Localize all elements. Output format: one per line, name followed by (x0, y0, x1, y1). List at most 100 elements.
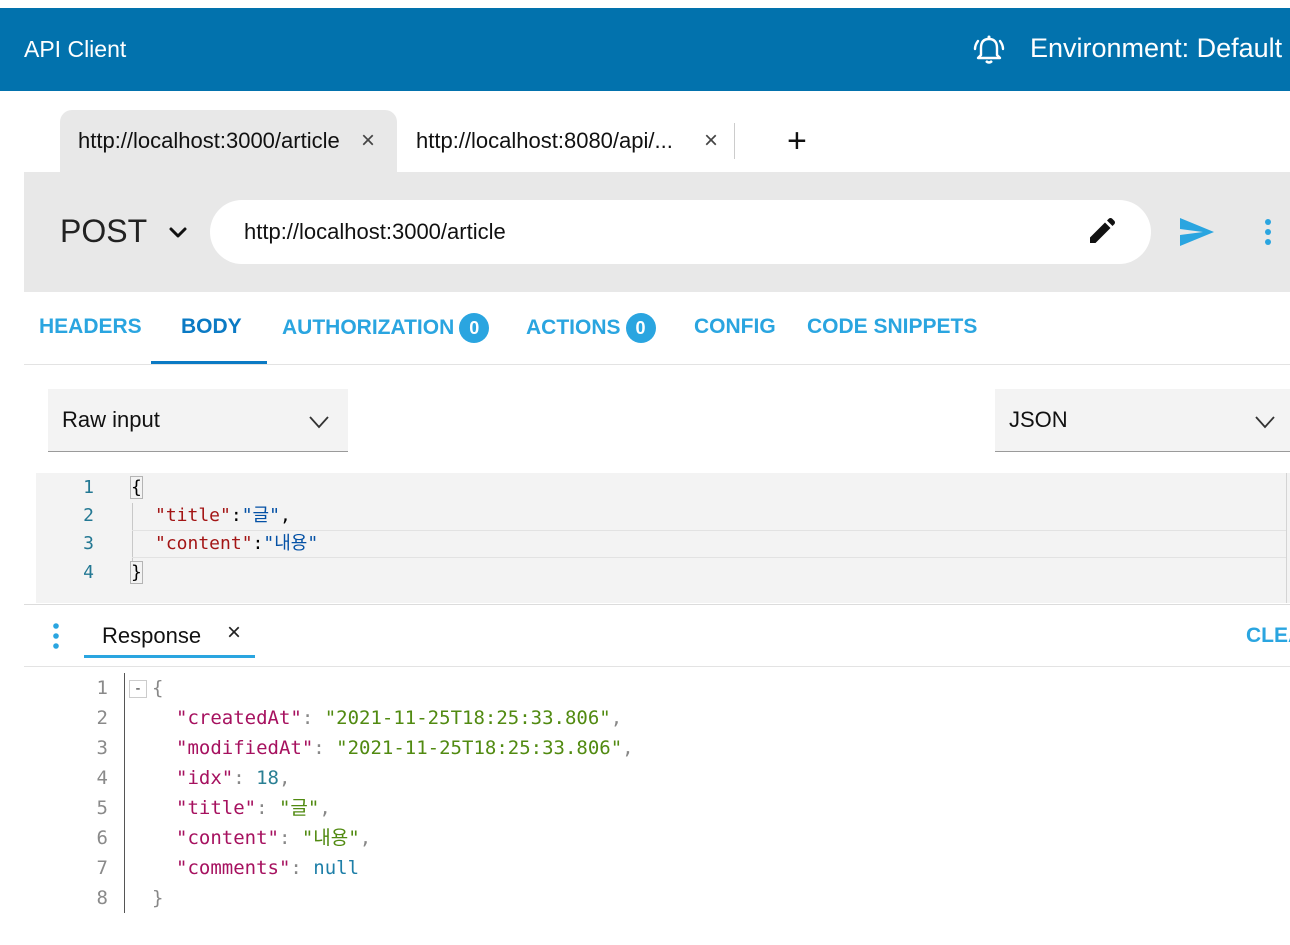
input-type-select[interactable]: Raw input (48, 389, 348, 452)
tab-article[interactable]: http://localhost:3000/article × (60, 110, 397, 172)
app-bar: API Client Environment: Default (0, 8, 1290, 91)
json-colon: : (233, 767, 257, 789)
line-code: "content": "내용", (176, 823, 371, 853)
json-colon: : (290, 857, 314, 879)
active-tab-indicator (151, 361, 267, 364)
count-badge: 0 (459, 313, 490, 343)
line-number: 3 (83, 533, 94, 554)
more-icon[interactable] (49, 622, 63, 650)
response-line: 3 "modifiedAt": "2021-11-25T18:25:33.806… (24, 733, 1290, 763)
line-number: 5 (96, 797, 108, 819)
json-comma: , (622, 737, 634, 759)
json-key: "title" (176, 797, 257, 819)
json-key: "createdAt" (176, 707, 302, 729)
line-number: 2 (83, 505, 94, 526)
json-colon: : (278, 827, 302, 849)
fold-toggle[interactable]: - (129, 679, 147, 698)
pencil-icon[interactable] (1086, 217, 1116, 247)
line-number: 1 (83, 477, 94, 498)
line-code: "comments": null (176, 853, 359, 883)
bell-icon[interactable] (972, 33, 1006, 67)
tab-label: http://localhost:3000/article (78, 128, 340, 153)
chevron-down-icon (1255, 416, 1275, 429)
tab-label: http://localhost:8080/api/... (416, 128, 673, 153)
chevron-down-icon[interactable] (166, 221, 190, 245)
json-string: "2021-11-25T18:25:33.806" (324, 707, 611, 729)
close-icon[interactable]: × (701, 127, 721, 155)
more-icon[interactable] (1260, 218, 1276, 246)
tab-config[interactable]: CONFIG (694, 315, 776, 339)
json-string: "내용" (263, 533, 319, 554)
line-number: 2 (96, 707, 108, 729)
section-tabs: HEADERS BODY AUTHORIZATION 0 ACTIONS 0 C… (24, 292, 1290, 365)
json-string: "글" (241, 505, 280, 526)
tab-actions-label: ACTIONS (526, 316, 621, 339)
json-key: "modifiedAt" (176, 737, 314, 759)
tab-headers[interactable]: HEADERS (39, 315, 142, 339)
line-code: "modifiedAt": "2021-11-25T18:25:33.806", (176, 733, 634, 763)
line-code: } (130, 559, 143, 587)
response-line: 7 "comments": null (24, 853, 1290, 883)
json-comma: , (319, 797, 331, 819)
close-icon[interactable]: × (358, 127, 378, 155)
line-number: 6 (96, 827, 108, 849)
json-bracket: { (152, 677, 164, 699)
url-field[interactable]: http://localhost:3000/article (210, 200, 1151, 264)
editor-line: 3 "content":"내용" (36, 530, 1290, 558)
request-bar: POST http://localhost:3000/article (24, 172, 1290, 292)
line-number: 3 (96, 737, 108, 759)
tab-body[interactable]: BODY (181, 315, 242, 339)
count-badge: 0 (625, 313, 656, 343)
json-key: "content" (155, 533, 253, 554)
response-line: 4 "idx": 18, (24, 763, 1290, 793)
json-key: "comments" (176, 857, 291, 879)
editor-line: 4 } (36, 559, 1290, 587)
content-type-select[interactable]: JSON (995, 389, 1290, 452)
tab-response[interactable]: Response × (84, 605, 255, 658)
tab-divider (734, 123, 735, 159)
response-header: Response × CLEAR (24, 605, 1290, 667)
response-line: 5 "title": "글", (24, 793, 1290, 823)
close-icon[interactable]: × (227, 619, 241, 647)
json-string: "2021-11-25T18:25:33.806" (336, 737, 623, 759)
environment-selector[interactable]: Environment: Default (1030, 33, 1282, 64)
clear-button[interactable]: CLEAR (1246, 624, 1290, 648)
json-key: "idx" (176, 767, 234, 789)
line-number: 7 (96, 857, 108, 879)
tab-code-snippets[interactable]: CODE SNIPPETS (807, 315, 977, 339)
json-bracket: } (152, 887, 164, 909)
json-comma: , (359, 827, 372, 849)
json-comma: , (610, 707, 623, 729)
json-key: "content" (176, 827, 279, 849)
json-string: "내용" (301, 827, 360, 849)
line-code: "createdAt": "2021-11-25T18:25:33.806", (176, 703, 622, 733)
response-line: 1 -{ (24, 673, 1290, 703)
method-selector[interactable]: POST (60, 213, 147, 250)
tab-authorization[interactable]: AUTHORIZATION 0 (282, 313, 490, 343)
line-code: "idx": 18, (176, 763, 290, 793)
add-tab-button[interactable]: + (787, 122, 807, 160)
app-title: API Client (24, 36, 127, 62)
body-editor[interactable]: 1 { 2 "title":"글", 3 "content":"내용" 4 } (36, 473, 1290, 603)
json-comma: , (278, 767, 291, 789)
tab-actions[interactable]: ACTIONS 0 (526, 313, 656, 343)
tab-authorization-label: AUTHORIZATION (282, 316, 455, 339)
chevron-down-icon (309, 416, 329, 429)
json-colon: : (256, 797, 279, 819)
json-key: "title" (155, 505, 231, 526)
request-tabs: http://localhost:3000/article × http://l… (24, 91, 1290, 172)
line-number: 4 (96, 767, 108, 789)
response-tab-label: Response (102, 623, 202, 648)
line-code: "content":"내용" (155, 530, 318, 558)
line-number: 8 (96, 887, 108, 909)
content-type-value: JSON (1009, 407, 1068, 432)
json-number: 18 (256, 767, 279, 789)
response-line: 2 "createdAt": "2021-11-25T18:25:33.806"… (24, 703, 1290, 733)
send-icon[interactable] (1179, 217, 1215, 247)
line-code: "title": "글", (176, 793, 331, 823)
json-colon: : (301, 707, 325, 729)
url-input[interactable]: http://localhost:3000/article (244, 219, 506, 245)
line-code: } (152, 883, 163, 913)
tab-api[interactable]: http://localhost:8080/api/... × (397, 110, 735, 172)
response-line: 8 } (24, 883, 1290, 913)
